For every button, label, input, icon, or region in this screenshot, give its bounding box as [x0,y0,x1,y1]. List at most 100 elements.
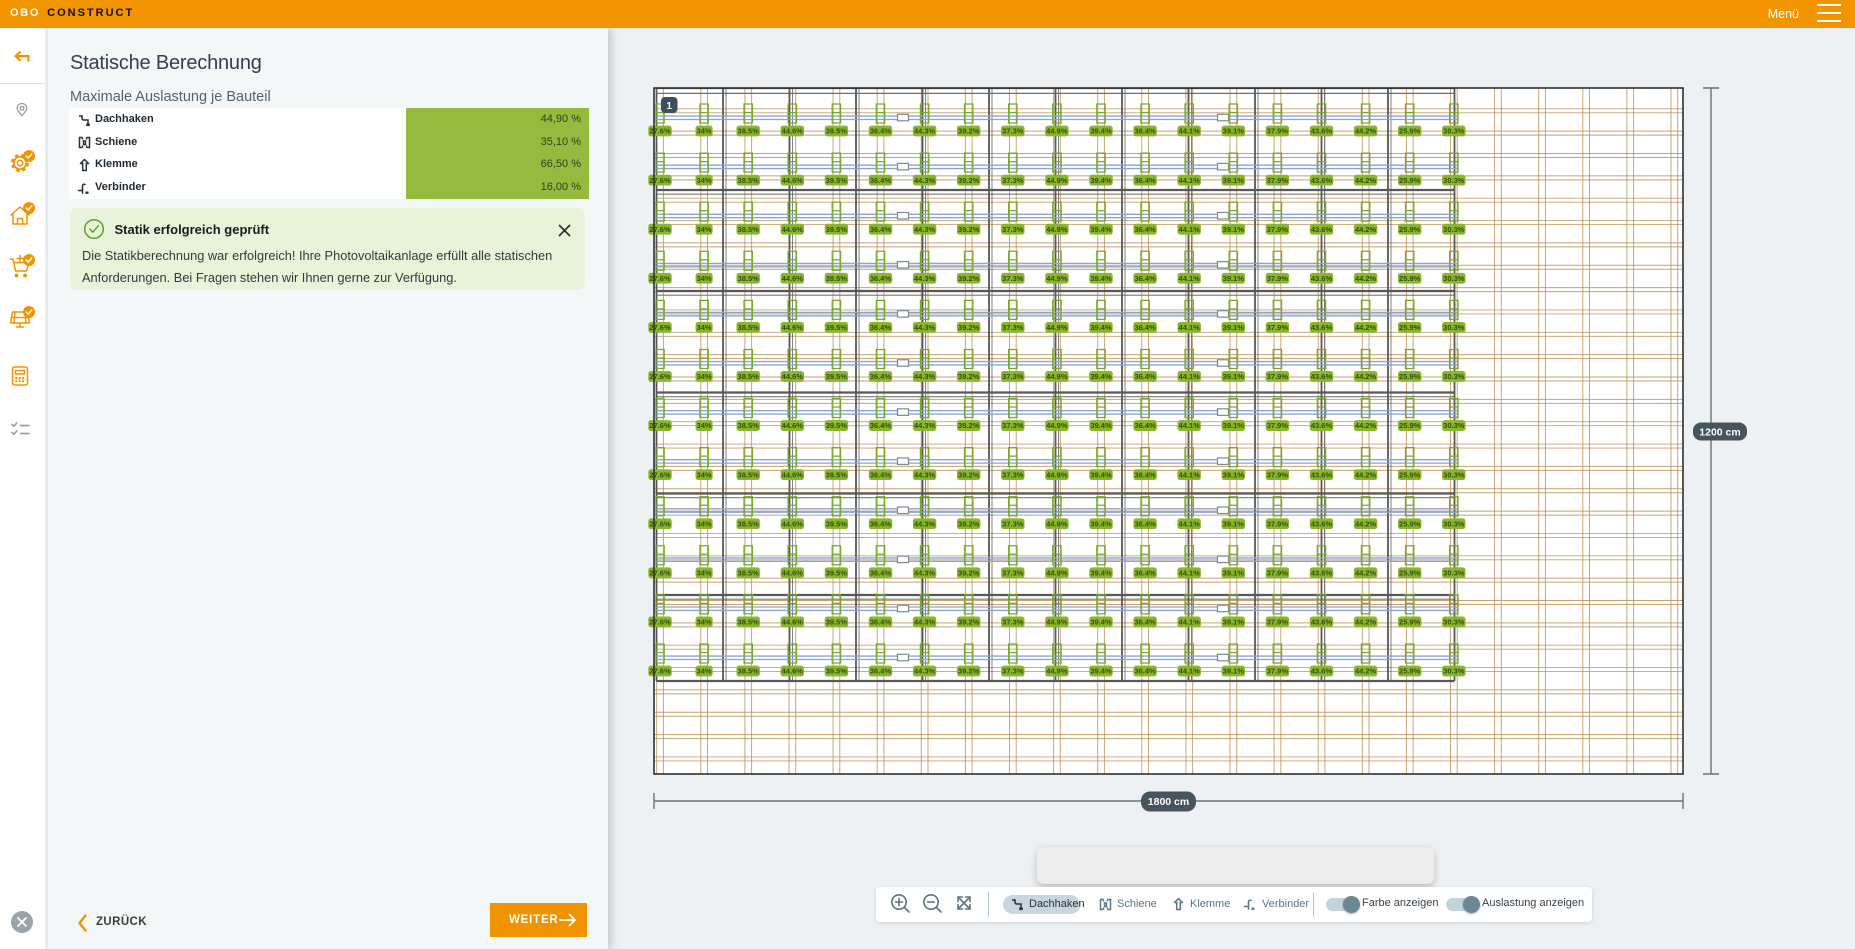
svg-text:36.4%: 36.4% [870,225,892,234]
svg-text:44.9%: 44.9% [1046,470,1068,479]
svg-text:44.1%: 44.1% [1179,421,1201,430]
svg-text:36.4%: 36.4% [1134,667,1156,676]
svg-text:39.5%: 39.5% [826,470,848,479]
svg-text:38.5%: 38.5% [738,372,760,381]
svg-text:36.4%: 36.4% [870,470,892,479]
svg-text:39.1%: 39.1% [1223,323,1245,332]
svg-text:44.9%: 44.9% [1046,618,1068,627]
svg-text:44.6%: 44.6% [782,274,804,283]
svg-text:36.4%: 36.4% [1134,127,1156,136]
svg-text:39.5%: 39.5% [826,667,848,676]
svg-text:27.6%: 27.6% [649,323,671,332]
svg-text:25.9%: 25.9% [1399,569,1421,578]
svg-text:37.3%: 37.3% [1002,323,1024,332]
svg-text:38.5%: 38.5% [738,470,760,479]
svg-text:44.3%: 44.3% [914,519,936,528]
svg-text:37.9%: 37.9% [1267,225,1289,234]
svg-text:44.3%: 44.3% [914,225,936,234]
svg-text:39.1%: 39.1% [1223,519,1245,528]
svg-text:39.4%: 39.4% [1090,667,1112,676]
svg-text:44.1%: 44.1% [1179,618,1201,627]
svg-text:44.9%: 44.9% [1046,127,1068,136]
svg-text:37.9%: 37.9% [1267,667,1289,676]
svg-text:44.9%: 44.9% [1046,372,1068,381]
svg-text:44.2%: 44.2% [1355,421,1377,430]
svg-text:36.4%: 36.4% [870,569,892,578]
svg-text:34%: 34% [697,323,712,332]
svg-text:39.4%: 39.4% [1090,618,1112,627]
svg-text:37.9%: 37.9% [1267,127,1289,136]
svg-text:25.9%: 25.9% [1399,225,1421,234]
svg-text:36.4%: 36.4% [870,323,892,332]
svg-text:44.6%: 44.6% [782,323,804,332]
svg-text:44.3%: 44.3% [914,323,936,332]
svg-text:44.2%: 44.2% [1355,519,1377,528]
svg-text:39.1%: 39.1% [1223,372,1245,381]
svg-text:44.2%: 44.2% [1355,176,1377,185]
svg-text:37.9%: 37.9% [1267,176,1289,185]
svg-text:39.1%: 39.1% [1223,667,1245,676]
svg-text:37.9%: 37.9% [1267,323,1289,332]
svg-text:39.5%: 39.5% [826,421,848,430]
svg-text:44.3%: 44.3% [914,618,936,627]
svg-text:39.1%: 39.1% [1223,569,1245,578]
svg-text:37.3%: 37.3% [1002,421,1024,430]
svg-text:34%: 34% [697,127,712,136]
svg-text:39.4%: 39.4% [1090,127,1112,136]
svg-text:36.4%: 36.4% [1134,274,1156,283]
svg-text:36.4%: 36.4% [1134,323,1156,332]
svg-text:30.3%: 30.3% [1443,618,1465,627]
svg-text:44.9%: 44.9% [1046,569,1068,578]
svg-text:38.5%: 38.5% [738,225,760,234]
svg-text:44.6%: 44.6% [782,421,804,430]
svg-text:44.3%: 44.3% [914,421,936,430]
svg-text:37.9%: 37.9% [1267,569,1289,578]
svg-text:43.6%: 43.6% [1311,127,1333,136]
svg-text:44.3%: 44.3% [914,176,936,185]
svg-text:27.6%: 27.6% [649,667,671,676]
svg-text:37.3%: 37.3% [1002,176,1024,185]
svg-text:43.6%: 43.6% [1311,519,1333,528]
svg-text:25.9%: 25.9% [1399,667,1421,676]
svg-text:34%: 34% [697,667,712,676]
svg-text:39.2%: 39.2% [958,519,980,528]
svg-text:37.3%: 37.3% [1002,519,1024,528]
svg-text:39.4%: 39.4% [1090,470,1112,479]
svg-text:39.4%: 39.4% [1090,225,1112,234]
svg-text:30.3%: 30.3% [1443,225,1465,234]
svg-text:37.3%: 37.3% [1002,127,1024,136]
svg-text:39.2%: 39.2% [958,618,980,627]
svg-text:43.6%: 43.6% [1311,225,1333,234]
svg-text:27.6%: 27.6% [649,519,671,528]
svg-text:36.4%: 36.4% [870,372,892,381]
svg-text:27.6%: 27.6% [649,274,671,283]
svg-text:30.3%: 30.3% [1443,176,1465,185]
svg-text:36.4%: 36.4% [1134,569,1156,578]
svg-text:27.6%: 27.6% [649,372,671,381]
svg-text:37.9%: 37.9% [1267,274,1289,283]
svg-text:30.3%: 30.3% [1443,470,1465,479]
svg-text:44.1%: 44.1% [1179,176,1201,185]
svg-text:44.1%: 44.1% [1179,274,1201,283]
svg-text:44.6%: 44.6% [782,225,804,234]
svg-text:44.1%: 44.1% [1179,372,1201,381]
svg-text:39.5%: 39.5% [826,519,848,528]
svg-text:38.5%: 38.5% [738,127,760,136]
svg-text:38.5%: 38.5% [738,421,760,430]
svg-text:39.1%: 39.1% [1223,176,1245,185]
svg-text:43.6%: 43.6% [1311,274,1333,283]
svg-text:39.5%: 39.5% [826,372,848,381]
svg-text:39.1%: 39.1% [1223,618,1245,627]
svg-text:39.5%: 39.5% [826,176,848,185]
svg-text:39.5%: 39.5% [826,274,848,283]
svg-text:38.5%: 38.5% [738,323,760,332]
svg-text:34%: 34% [697,470,712,479]
svg-text:27.6%: 27.6% [649,470,671,479]
svg-text:44.2%: 44.2% [1355,372,1377,381]
svg-text:36.4%: 36.4% [870,176,892,185]
svg-text:44.6%: 44.6% [782,519,804,528]
svg-text:27.6%: 27.6% [649,618,671,627]
svg-text:37.3%: 37.3% [1002,470,1024,479]
svg-text:34%: 34% [697,618,712,627]
svg-text:36.4%: 36.4% [870,421,892,430]
